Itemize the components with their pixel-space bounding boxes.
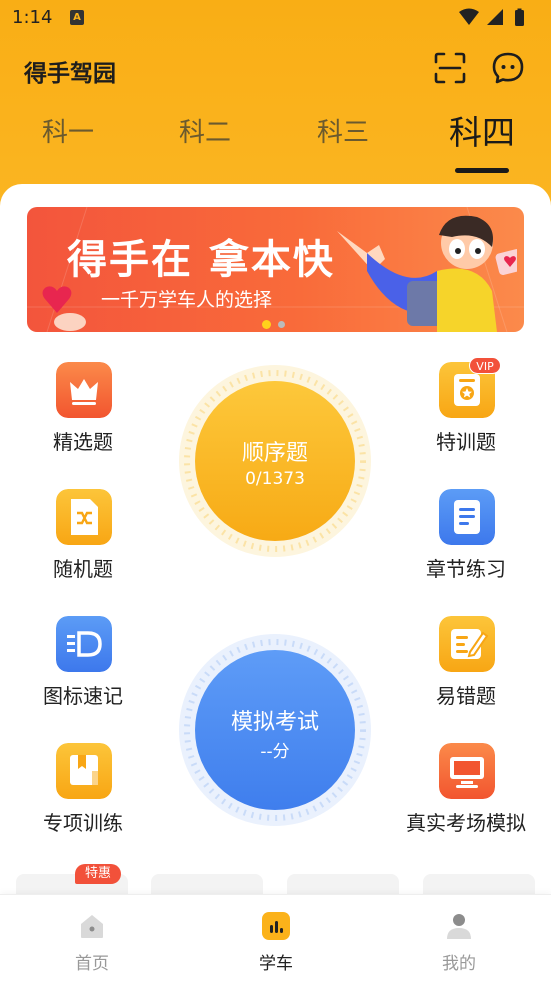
bookmark-icon <box>56 743 112 799</box>
document-icon <box>439 489 495 545</box>
tehui-badge: 特惠 <box>75 864 121 884</box>
mascot-illustration <box>337 215 517 332</box>
nav-label: 首页 <box>75 954 109 974</box>
list-d-icon <box>56 616 112 672</box>
scan-icon[interactable] <box>432 50 468 86</box>
grid-item-zhuanxiang[interactable]: 专项训练 <box>18 743 148 853</box>
grid-label: 特训题 <box>436 430 496 454</box>
message-icon[interactable] <box>490 50 526 86</box>
edit-note-icon <box>439 616 495 672</box>
tab-ke2[interactable]: 科二 <box>179 112 231 149</box>
sequence-practice-button[interactable]: 顺序题 0/1373 <box>177 363 373 559</box>
grid-item-jingxuan[interactable]: 精选题 <box>18 362 148 472</box>
wifi-icon <box>459 8 479 25</box>
grid-item-zhenshi[interactable]: 真实考场模拟 <box>401 743 531 853</box>
banner-subtitle: 一千万学车人的选择 <box>101 289 273 311</box>
status-icons <box>459 8 524 26</box>
crown-icon <box>56 362 112 418</box>
pagination-dot-active <box>262 320 271 329</box>
grid-label: 图标速记 <box>43 684 123 708</box>
notification-a-icon: A <box>70 10 84 25</box>
grid-item-yicuo[interactable]: 易错题 <box>401 616 531 726</box>
home-icon <box>81 915 103 938</box>
heart-hand-icon <box>42 286 86 331</box>
shuffle-icon <box>56 489 112 545</box>
subject-tabs: 科一 科二 科三 科四 <box>0 112 551 173</box>
status-bar: 1:14 A <box>0 0 551 36</box>
monitor-icon <box>439 743 495 799</box>
status-time: 1:14 <box>12 7 53 28</box>
pagination-dot <box>278 321 285 328</box>
grid-label: 随机题 <box>53 557 113 581</box>
bottom-nav: 首页 学车 我的 <box>0 894 551 981</box>
mock-exam-button[interactable]: 模拟考试 --分 <box>177 632 373 828</box>
tab-ke4[interactable]: 科四 <box>449 106 515 154</box>
tab-ke3[interactable]: 科三 <box>317 112 369 149</box>
promo-banner[interactable]: 得手在 拿本快 一千万学车人的选择 <box>27 207 524 332</box>
exam-score: --分 <box>260 742 290 762</box>
app-title: 得手驾园 <box>24 61 116 87</box>
user-icon <box>447 914 471 939</box>
grid-label: 精选题 <box>53 430 113 454</box>
tab-ke1[interactable]: 科一 <box>42 112 94 149</box>
grid-item-texun[interactable]: 特训题 <box>401 362 531 472</box>
grid-label: 专项训练 <box>43 811 123 835</box>
nav-label: 我的 <box>442 954 476 974</box>
grid-label: 章节练习 <box>426 557 506 581</box>
sequence-progress: 0/1373 <box>245 469 305 489</box>
sequence-title: 顺序题 <box>241 441 308 466</box>
grid-item-zhangjie[interactable]: 章节练习 <box>401 489 531 599</box>
vip-badge: VIP <box>469 357 501 374</box>
grid-item-suiji[interactable]: 随机题 <box>18 489 148 599</box>
nav-label: 学车 <box>259 954 293 974</box>
banner-title: 得手在 拿本快 <box>67 237 335 283</box>
banner-pagination <box>262 320 292 330</box>
grid-item-tubiao[interactable]: 图标速记 <box>18 616 148 726</box>
signal-icon <box>487 9 503 25</box>
grid-label: 易错题 <box>436 684 496 708</box>
grid-label: 真实考场模拟 <box>406 811 526 835</box>
chart-icon <box>262 912 290 940</box>
tab-active-indicator <box>455 168 509 173</box>
battery-icon <box>515 10 524 26</box>
exam-title: 模拟考试 <box>230 710 319 735</box>
